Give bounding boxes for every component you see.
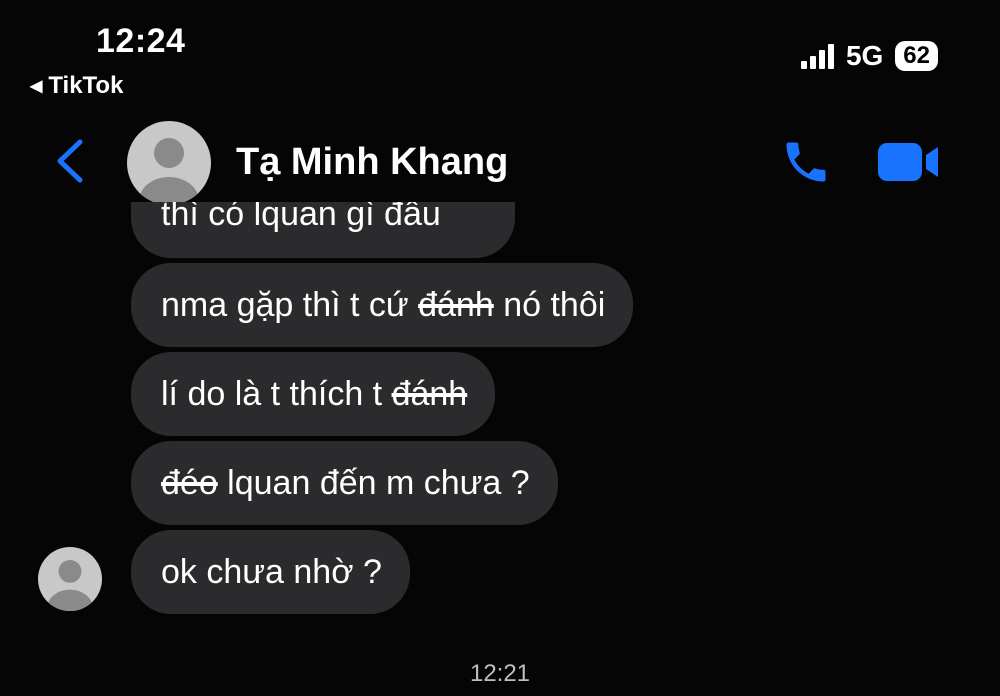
- battery-icon: 62: [895, 41, 938, 71]
- message-bubble[interactable]: lí do là t thích t đánh: [131, 352, 496, 436]
- status-indicators: 5G 62: [800, 40, 938, 72]
- message-bubble-partial[interactable]: thì có lquan gì đâu: [131, 202, 515, 258]
- status-time: 12:24: [96, 22, 186, 60]
- video-call-icon[interactable]: [876, 141, 940, 183]
- signal-icon: [800, 43, 834, 69]
- back-app-label: TikTok: [48, 72, 124, 99]
- message-text-struck: đánh: [391, 375, 468, 413]
- message-text: thì có lquan gì đâu: [161, 202, 441, 233]
- chat-screen: 12:24 ◀ TikTok 5G 62 Tạ Minh Khang thì c…: [0, 0, 1000, 696]
- contact-name[interactable]: Tạ Minh Khang: [236, 141, 508, 184]
- contact-avatar[interactable]: [127, 121, 211, 205]
- message-text: lquan đến m chưa ?: [217, 464, 530, 502]
- message-text-struck: đéo: [161, 464, 218, 502]
- back-to-app-link[interactable]: ◀ TikTok: [30, 72, 123, 100]
- avatar-placeholder-icon: [139, 138, 199, 205]
- message-bubble[interactable]: đéo lquan đến m chưa ?: [131, 441, 558, 525]
- back-triangle-icon: ◀: [30, 78, 43, 95]
- back-chevron-icon[interactable]: [52, 138, 88, 184]
- message-text: nó thôi: [493, 286, 606, 324]
- message-text-struck: đánh: [418, 286, 494, 324]
- phone-call-icon[interactable]: [780, 136, 832, 188]
- message-bubble[interactable]: nma gặp thì t cứ đánh nó thôi: [131, 263, 634, 347]
- message-bubble[interactable]: ok chưa nhờ ?: [131, 530, 410, 614]
- message-text: ok chưa nhờ ?: [161, 553, 382, 591]
- network-type: 5G: [845, 40, 884, 71]
- sender-avatar[interactable]: [38, 547, 102, 611]
- message-text: lí do là t thích t: [161, 375, 392, 413]
- message-text: nma gặp thì t cứ: [161, 286, 419, 324]
- avatar-placeholder-icon: [47, 559, 93, 611]
- message-timestamp: 12:21: [469, 660, 531, 687]
